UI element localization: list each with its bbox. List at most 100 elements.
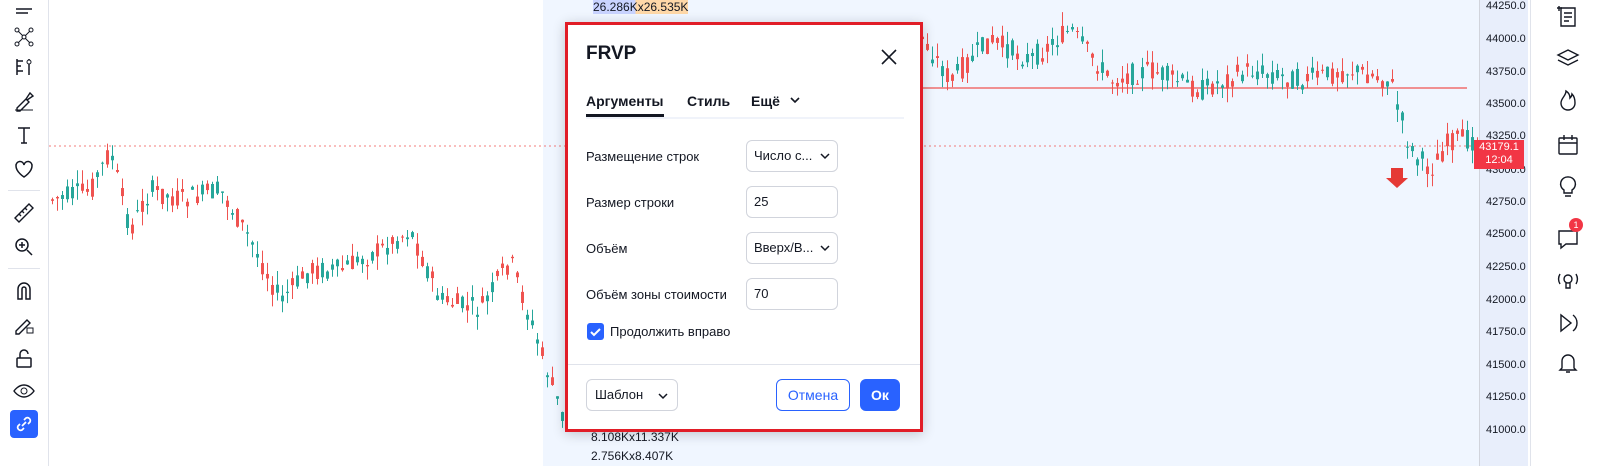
candle-body xyxy=(491,282,494,293)
chevron-down-icon xyxy=(790,97,800,104)
candle-body xyxy=(301,271,304,279)
zoom-in-icon[interactable] xyxy=(8,232,40,262)
candle-body xyxy=(1351,74,1354,76)
alerts-icon[interactable] xyxy=(1553,348,1583,378)
candle-body xyxy=(1226,74,1229,89)
candle-body xyxy=(286,291,289,294)
row-layout-select[interactable]: Число с... xyxy=(746,140,838,172)
candle-body xyxy=(471,297,474,301)
layers-icon[interactable] xyxy=(1553,44,1583,74)
candle-body xyxy=(436,295,439,300)
ruler-icon[interactable] xyxy=(8,198,40,228)
candle-body xyxy=(366,265,369,267)
unlock-icon[interactable] xyxy=(8,344,40,374)
close-icon[interactable] xyxy=(877,45,901,69)
candle-body xyxy=(1181,74,1184,79)
candle-body xyxy=(526,314,529,320)
candle-body xyxy=(1126,73,1129,84)
row-size-input[interactable]: 25 xyxy=(746,186,838,218)
candle-body xyxy=(1416,159,1419,166)
candle-body xyxy=(496,270,499,277)
replay-icon[interactable] xyxy=(1553,308,1583,338)
candle-body xyxy=(1241,74,1244,82)
candle-body xyxy=(376,243,379,257)
candle-body xyxy=(1426,166,1429,175)
candle-body xyxy=(951,74,954,81)
eye-icon[interactable] xyxy=(8,376,40,406)
link-icon[interactable] xyxy=(10,410,38,438)
candle-body xyxy=(451,304,454,307)
candle-body xyxy=(1001,35,1004,48)
candle-body xyxy=(971,55,974,61)
chevron-down-icon xyxy=(820,153,830,160)
candle-body xyxy=(186,201,189,207)
candle-body xyxy=(1461,129,1464,137)
candle-body xyxy=(1111,82,1114,84)
candle-body xyxy=(1221,85,1224,88)
candle-body xyxy=(506,265,509,275)
cancel-button[interactable]: Отмена xyxy=(776,379,850,411)
candle-body xyxy=(231,213,234,215)
magnet-icon[interactable] xyxy=(8,276,40,306)
extend-right-checkbox[interactable] xyxy=(587,323,604,340)
footer-divider xyxy=(568,364,920,365)
candle-body xyxy=(501,263,504,268)
candle-body xyxy=(316,265,319,279)
chat-icon[interactable]: 1 xyxy=(1553,218,1583,254)
candle-body xyxy=(1136,83,1139,85)
candle-body xyxy=(1366,74,1369,84)
heart-icon[interactable] xyxy=(8,154,40,184)
candle-body xyxy=(361,258,364,265)
template-label: Шаблон xyxy=(595,387,644,402)
watchlist-icon[interactable] xyxy=(1553,2,1583,32)
candle-body xyxy=(396,241,399,249)
tab-arguments[interactable]: Аргументы xyxy=(586,93,664,117)
candle-body xyxy=(251,242,254,245)
candle-body xyxy=(1316,70,1319,78)
candle-body xyxy=(1396,104,1399,110)
pattern-icon[interactable] xyxy=(8,22,40,52)
candle-body xyxy=(931,59,934,64)
candle-body xyxy=(211,184,214,199)
candle-body xyxy=(1381,81,1384,88)
extend-right-label[interactable]: Продолжить вправо xyxy=(610,324,730,339)
candle-body xyxy=(421,256,424,267)
chat-badge: 1 xyxy=(1569,218,1583,232)
price-axis[interactable]: 44250.0 44000.0 43750.0 43500.0 43250.0 … xyxy=(1479,0,1528,466)
volume-select[interactable]: Вверх/В... xyxy=(746,232,838,264)
candle-body xyxy=(151,180,154,192)
calendar-icon[interactable] xyxy=(1553,130,1583,160)
brush-icon[interactable] xyxy=(8,86,40,116)
volume-label: 8.108Kx11.337K xyxy=(591,430,679,444)
candle-body xyxy=(1196,92,1199,98)
fib-icon[interactable] xyxy=(8,52,40,82)
toolbar-separator xyxy=(8,268,40,269)
candle-body xyxy=(66,186,69,200)
chevron-down-icon xyxy=(658,393,668,400)
candle-body xyxy=(1336,72,1339,78)
streams-icon[interactable] xyxy=(1553,266,1583,296)
candle-body xyxy=(976,42,979,45)
candle-body xyxy=(1201,80,1204,100)
value-area-volume-input[interactable]: 70 xyxy=(746,278,838,310)
candle-body xyxy=(1211,83,1214,95)
text-icon[interactable] xyxy=(8,120,40,150)
candle-body xyxy=(206,183,209,191)
tab-more[interactable]: Ещё xyxy=(751,93,801,109)
lock-pencil-icon[interactable] xyxy=(8,310,40,340)
candle-body xyxy=(256,253,259,258)
hotlist-icon[interactable] xyxy=(1553,86,1583,116)
candle-body xyxy=(276,284,279,293)
candle-body xyxy=(1091,53,1094,58)
row-layout-value: Число с... xyxy=(754,148,813,163)
tab-style[interactable]: Стиль xyxy=(687,93,730,109)
template-button[interactable]: Шаблон xyxy=(586,379,678,411)
candle-body xyxy=(296,275,299,287)
candle-body xyxy=(561,412,564,421)
ok-button[interactable]: Ок xyxy=(860,379,900,411)
candle-body xyxy=(1371,73,1374,77)
candle-body xyxy=(121,188,124,197)
candle-body xyxy=(1296,68,1299,86)
ideas-icon[interactable] xyxy=(1553,172,1583,202)
candle-body xyxy=(1261,65,1264,74)
